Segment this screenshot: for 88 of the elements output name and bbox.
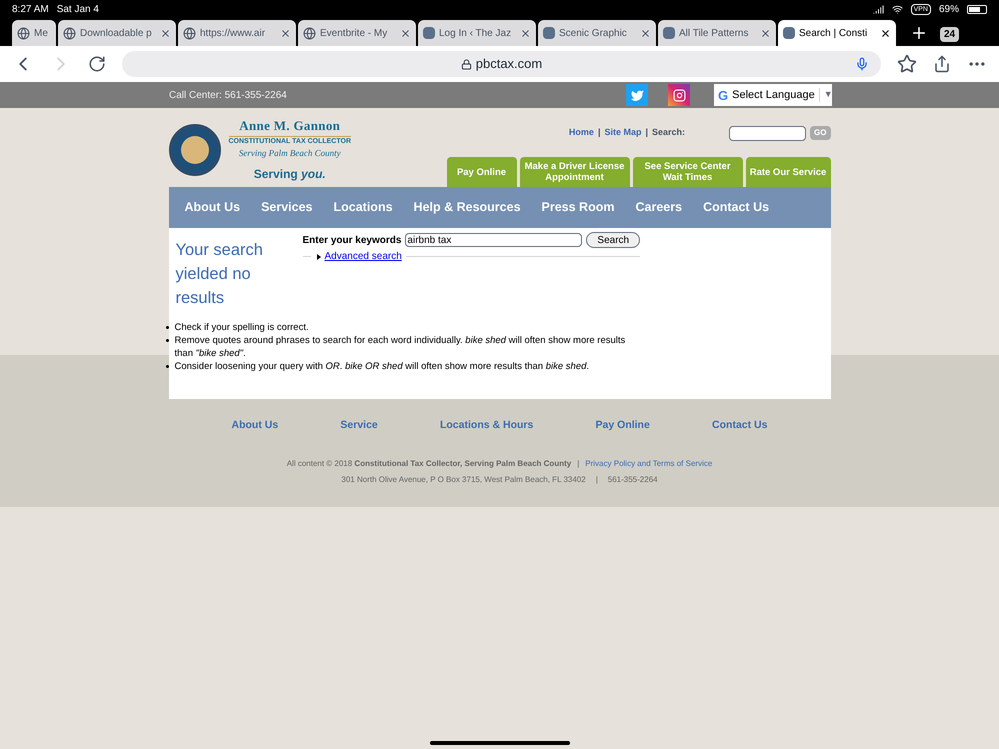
site-favicon-icon: [783, 27, 795, 39]
instagram-icon[interactable]: [668, 84, 690, 106]
site-favicon-icon: [543, 27, 555, 39]
link-separator: |: [645, 126, 648, 140]
site-search-field[interactable]: [729, 126, 806, 140]
footer-link[interactable]: Contact Us: [712, 418, 768, 434]
clock-time: 8:27 AM: [12, 2, 49, 16]
browser-tab[interactable]: Search | Consti: [778, 20, 896, 46]
logo-county: Serving Palm Beach County: [238, 147, 341, 160]
reload-icon[interactable]: [88, 55, 106, 73]
utility-link[interactable]: Site Map: [604, 126, 642, 140]
wifi-icon: [892, 4, 903, 14]
browser-tab[interactable]: Me: [12, 20, 56, 46]
logo-slogan: Serving you.: [254, 166, 326, 183]
search-tip: Check if your spelling is correct.: [174, 321, 309, 334]
share-icon[interactable]: [933, 55, 951, 73]
globe-icon: [303, 26, 316, 40]
action-tab[interactable]: Pay Online: [446, 157, 516, 187]
search-label: Search:: [652, 126, 686, 140]
date: Sat Jan 4: [56, 2, 99, 16]
separator: |: [596, 474, 598, 486]
search-tip: Consider loosening your query with OR. bike OR shed will often show more results than bike shed.: [174, 360, 590, 373]
utility-link[interactable]: Home: [568, 126, 594, 140]
battery-icon: [967, 4, 987, 14]
go-button[interactable]: GO: [810, 126, 830, 140]
new-tab-icon[interactable]: [910, 24, 928, 42]
nav-link[interactable]: Services: [261, 198, 312, 217]
bullet-icon: [166, 365, 168, 368]
tab-title: Me: [34, 26, 49, 40]
microphone-icon[interactable]: [855, 57, 869, 71]
phone-text: 561-355-2264: [608, 474, 658, 486]
privacy-policy-link[interactable]: Privacy Policy and Terms of Service: [585, 458, 712, 470]
action-tab[interactable]: Make a Driver License Appointment: [520, 157, 630, 187]
close-icon[interactable]: [880, 28, 891, 38]
search-tip: Remove quotes around phrases to search for each word individually. bike shed will often show more results than "bike shed".: [174, 334, 626, 360]
lock-icon: [460, 58, 472, 70]
bookmark-star-icon[interactable]: [897, 54, 917, 74]
tab-title: Scenic Graphic: [559, 26, 628, 40]
browser-tab[interactable]: Downloadable p: [58, 20, 176, 46]
address-text: 301 North Olive Avenue, P O Box 3715, West Palm Beach, FL 33402: [341, 474, 586, 486]
nav-link[interactable]: Help & Resources: [414, 198, 521, 217]
tab-title: Downloadable p: [80, 26, 153, 40]
address-bar[interactable]: pbctax.com: [122, 51, 881, 77]
advanced-search-link[interactable]: Advanced search: [324, 249, 402, 264]
footer-link[interactable]: Locations & Hours: [440, 418, 534, 434]
nav-link[interactable]: Contact Us: [703, 198, 770, 217]
keywords-field[interactable]: airbnb tax: [405, 233, 582, 247]
nav-link[interactable]: Locations: [334, 198, 393, 217]
bullet-icon: [166, 339, 168, 342]
bullet-icon: [166, 326, 168, 329]
action-tab[interactable]: See Service Center Wait Times: [632, 157, 742, 187]
keywords-label: Enter your keywords: [302, 234, 402, 248]
logo-name: Anne M. Gannon: [239, 117, 340, 136]
footer-link[interactable]: Service: [340, 418, 378, 434]
nav-link[interactable]: About Us: [184, 198, 240, 217]
battery-percent: 69%: [938, 2, 959, 16]
call-center-text: Call Center: 561-355-2264: [169, 88, 288, 102]
tab-title: https://www.air: [200, 26, 266, 40]
disclosure-triangle-icon[interactable]: [316, 254, 320, 260]
globe-icon: [17, 26, 30, 40]
link-separator: |: [598, 126, 600, 140]
tab-title: All Tile Patterns: [679, 26, 750, 40]
browser-tab[interactable]: All Tile Patterns: [658, 20, 776, 46]
browser-tab[interactable]: Log In ‹ The Jaz: [418, 20, 536, 46]
footer-link[interactable]: Pay Online: [596, 418, 650, 434]
tab-title: Eventbrite - My: [320, 26, 388, 40]
no-results-heading: Your search yielded no results: [176, 240, 264, 309]
tab-count-badge[interactable]: 24: [940, 27, 960, 42]
google-g-logo: G: [718, 88, 728, 102]
tab-title: Search | Consti: [799, 26, 868, 40]
globe-icon: [63, 26, 76, 40]
site-favicon-icon: [423, 27, 435, 39]
browser-tab[interactable]: Eventbrite - My: [298, 20, 416, 46]
tab-title: Log In ‹ The Jaz: [439, 26, 512, 40]
browser-tab[interactable]: Scenic Graphic: [538, 20, 656, 46]
separator: |: [577, 458, 580, 470]
language-select[interactable]: G Select Language ▼: [714, 84, 832, 106]
globe-icon: [183, 26, 196, 40]
site-favicon-icon: [663, 27, 675, 39]
nav-link[interactable]: Careers: [635, 198, 682, 217]
twitter-icon[interactable]: [626, 84, 648, 106]
url-text: pbctax.com: [476, 55, 542, 74]
browser-tab[interactable]: https://www.air: [178, 20, 296, 46]
footer-link[interactable]: About Us: [232, 418, 278, 434]
action-tab[interactable]: Rate Our Service: [746, 157, 830, 187]
nav-link[interactable]: Press Room: [542, 198, 614, 217]
copyright-text: All content © 2018 Constitutional Tax Collector, Serving Palm Beach County: [286, 458, 572, 470]
search-button[interactable]: Search: [586, 232, 640, 248]
